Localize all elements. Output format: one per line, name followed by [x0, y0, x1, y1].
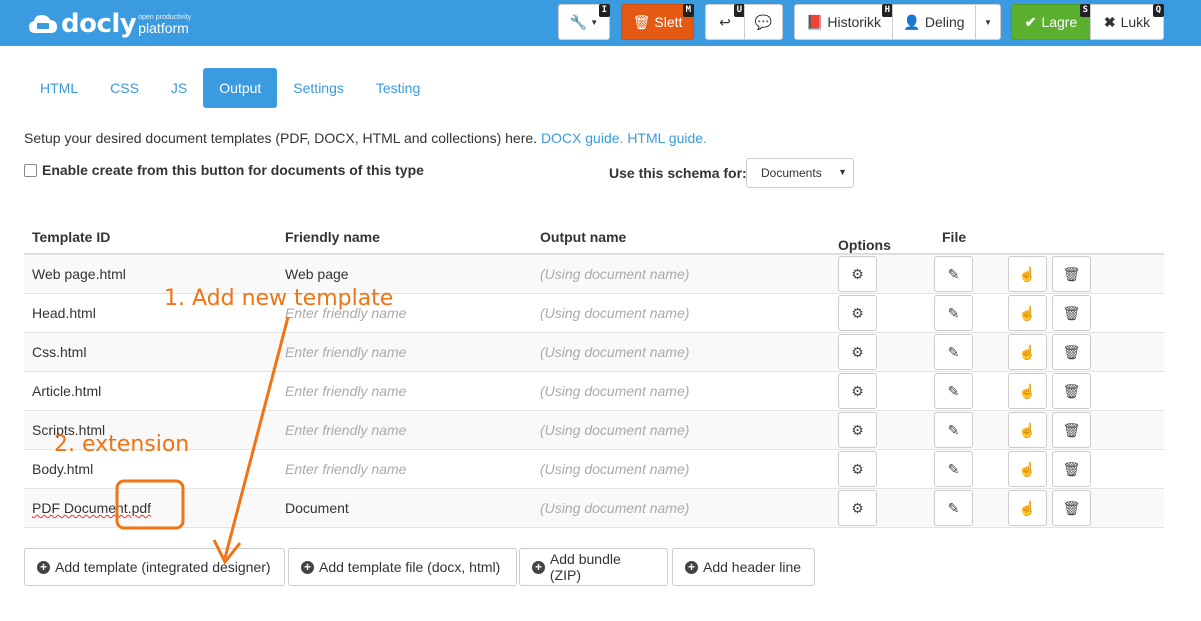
annotation-overlay: [115, 316, 290, 565]
annotation-extension-box: [115, 479, 185, 530]
annotation-arrow: [223, 316, 290, 559]
